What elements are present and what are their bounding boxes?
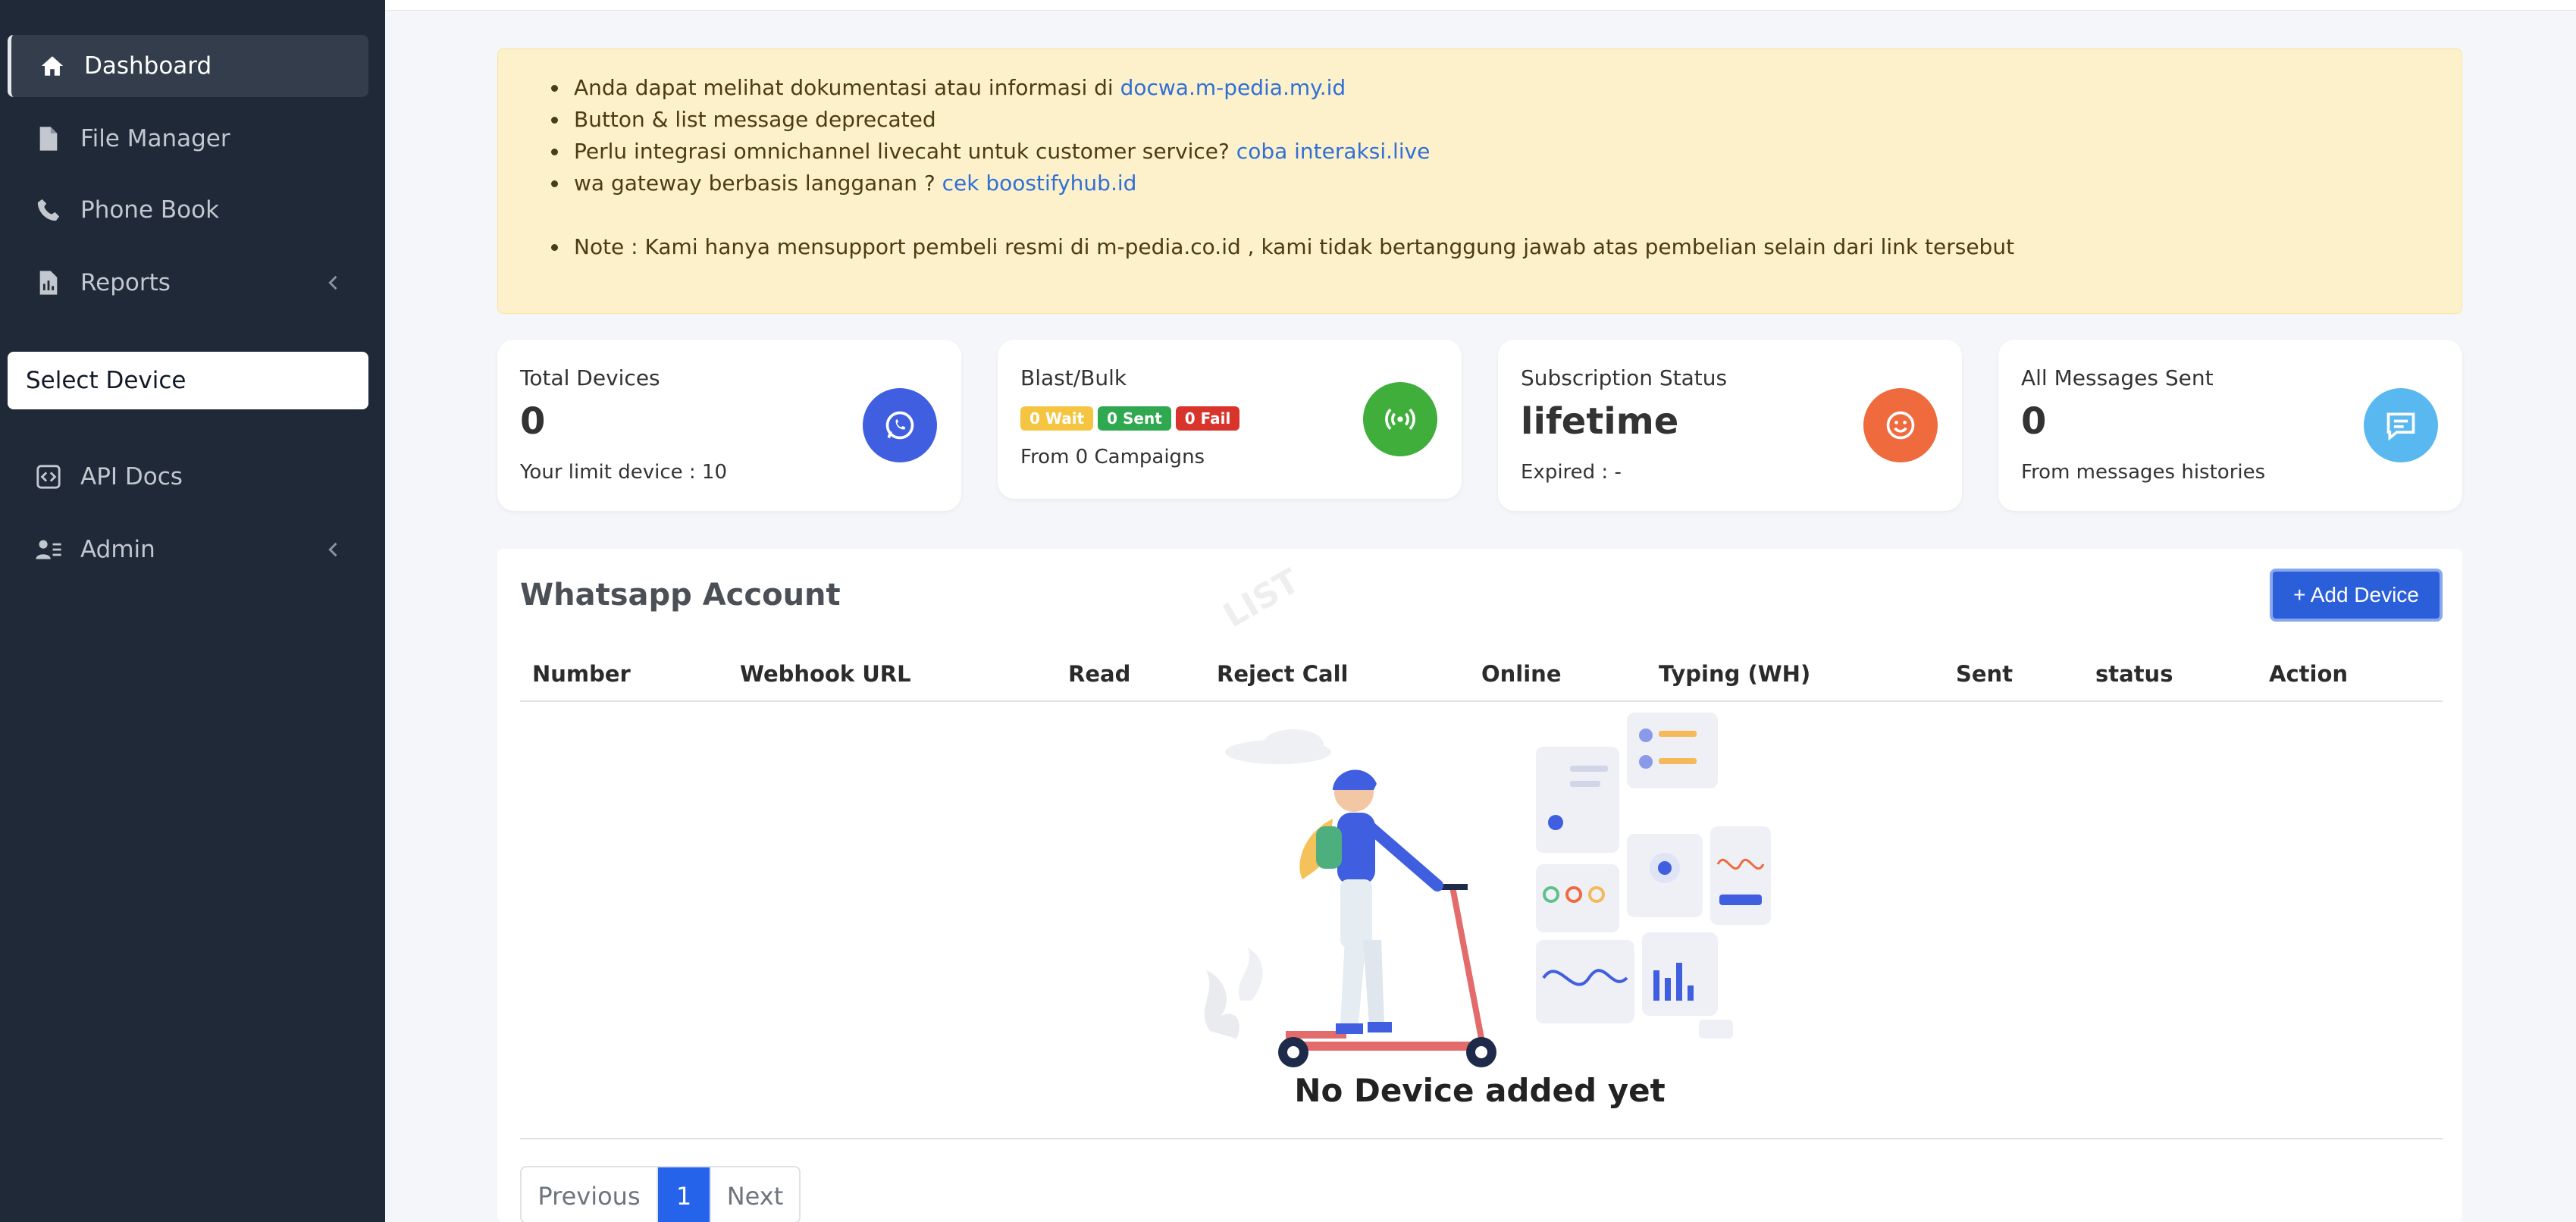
report-icon — [35, 269, 62, 296]
total-devices-card: Total Devices 0 Your limit device : 10 — [497, 340, 961, 511]
interaksi-link[interactable]: coba interaksi.live — [1236, 139, 1431, 164]
sidebar-item-reports[interactable]: Reports — [8, 252, 368, 314]
card-value: 0 — [520, 400, 546, 443]
messages-sent-card: All Messages Sent 0 From messages histor… — [1998, 340, 2462, 511]
column-header-online[interactable]: Online — [1481, 661, 1562, 687]
column-header-reject-call[interactable]: Reject Call — [1217, 661, 1349, 687]
fail-badge: 0 Fail — [1175, 406, 1240, 431]
card-label: Subscription Status — [1521, 365, 1728, 390]
sidebar-item-label: Dashboard — [84, 52, 212, 80]
column-header-number[interactable]: Number — [532, 661, 631, 687]
subscription-card: Subscription Status lifetime Expired : - — [1498, 340, 1962, 511]
sidebar-item-file-manager[interactable]: File Manager — [8, 108, 368, 170]
sent-badge: 0 Sent — [1098, 406, 1171, 431]
whatsapp-account-panel: Whatsapp Account LIST + Add Device Numbe… — [497, 549, 2462, 1222]
divider — [520, 1138, 2443, 1139]
pagination: Previous 1 Next — [520, 1166, 801, 1222]
sidebar: Dashboard File Manager Phone Book Report… — [0, 0, 385, 1222]
sidebar-item-admin[interactable]: Admin — [8, 519, 368, 581]
home-icon — [39, 52, 66, 80]
chevron-left-icon — [323, 272, 344, 293]
watermark: LIST — [1217, 561, 1306, 636]
users-icon — [35, 536, 62, 563]
blast-badges: 0 Wait 0 Sent 0 Fail — [1020, 406, 1244, 431]
column-header-sent[interactable]: Sent — [1956, 661, 2013, 687]
page-1-button[interactable]: 1 — [658, 1167, 710, 1222]
sidebar-item-label: Admin — [80, 536, 155, 563]
sidebar-item-dashboard[interactable]: Dashboard — [8, 35, 368, 97]
card-sub: Expired : - — [1521, 461, 1622, 484]
empty-state-illustration — [1204, 713, 1771, 1067]
column-header-typing[interactable]: Typing (WH) — [1659, 661, 1810, 687]
top-navbar — [385, 0, 2576, 11]
whatsapp-icon — [863, 388, 937, 462]
docs-link[interactable]: docwa.m-pedia.my.id — [1120, 75, 1346, 100]
sidebar-item-phone-book[interactable]: Phone Book — [8, 179, 368, 241]
smile-icon — [1863, 388, 1938, 462]
column-header-status[interactable]: status — [2095, 661, 2173, 687]
sidebar-item-api-docs[interactable]: API Docs — [8, 446, 368, 508]
blast-bulk-card: Blast/Bulk 0 Wait 0 Sent 0 Fail From 0 Cam… — [998, 340, 1462, 499]
message-icon — [2364, 388, 2438, 462]
sidebar-item-label: Reports — [80, 269, 171, 296]
card-value: lifetime — [1521, 400, 1679, 443]
card-sub: From 0 Campaigns — [1020, 446, 1205, 468]
add-device-button[interactable]: + Add Device — [2270, 569, 2443, 622]
previous-page-button[interactable]: Previous — [522, 1167, 658, 1222]
table-header: Number Webhook URL Read Reject Call Onli… — [520, 655, 2443, 702]
select-device[interactable]: Select Device — [8, 352, 368, 409]
file-icon — [35, 125, 62, 152]
broadcast-icon — [1363, 382, 1437, 456]
card-label: All Messages Sent — [2021, 365, 2214, 390]
sidebar-item-label: Phone Book — [80, 196, 220, 224]
alert-list: Anda dapat melihat dokumentasi atau info… — [551, 72, 2014, 263]
card-sub: From messages histories — [2021, 461, 2266, 484]
chevron-left-icon — [323, 539, 344, 560]
boostifyhub-link[interactable]: cek boostifyhub.id — [942, 171, 1137, 196]
phone-icon — [35, 196, 62, 224]
alert-item: wa gateway berbasis langganan ? cek boos… — [551, 168, 2014, 199]
code-icon — [35, 463, 62, 490]
alert-item: Perlu integrasi omnichannel livecaht unt… — [551, 136, 2014, 168]
wait-badge: 0 Wait — [1020, 406, 1094, 431]
column-header-read[interactable]: Read — [1068, 661, 1130, 687]
card-label: Total Devices — [520, 365, 660, 390]
card-sub: Your limit device : 10 — [520, 461, 727, 484]
sidebar-item-label: File Manager — [80, 125, 230, 152]
card-value: 0 — [2021, 400, 2047, 443]
alert-item: Anda dapat melihat dokumentasi atau info… — [551, 72, 2014, 104]
panel-title: Whatsapp Account — [520, 578, 841, 613]
card-label: Blast/Bulk — [1020, 365, 1127, 390]
alert-item: Button & list message deprecated — [551, 104, 2014, 136]
empty-state-message: No Device added yet — [1294, 1072, 1666, 1109]
column-header-action[interactable]: Action — [2269, 661, 2348, 687]
alert-item: Note : Kami hanya mensupport pembeli res… — [551, 231, 2014, 263]
info-alert: Anda dapat melihat dokumentasi atau info… — [497, 49, 2462, 314]
sidebar-item-label: API Docs — [80, 463, 183, 490]
column-header-webhook[interactable]: Webhook URL — [740, 661, 911, 687]
next-page-button[interactable]: Next — [710, 1167, 799, 1222]
